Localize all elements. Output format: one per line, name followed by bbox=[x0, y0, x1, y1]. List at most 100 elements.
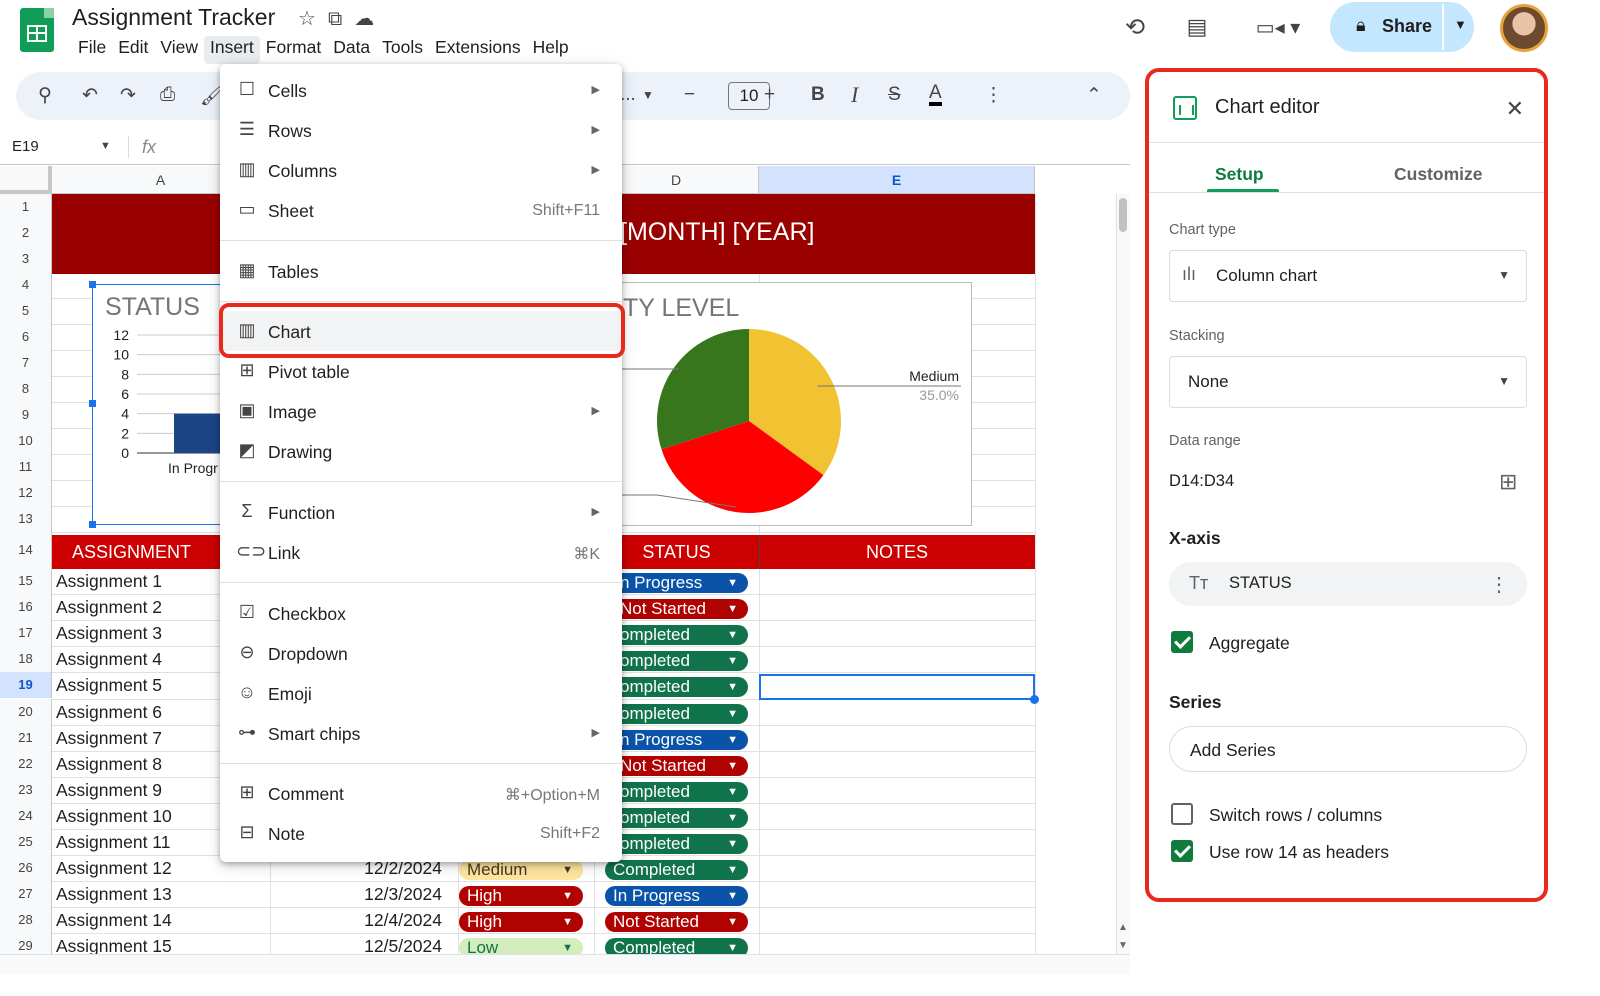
due-date-cell[interactable]: 12/4/2024 bbox=[322, 910, 442, 931]
status-chip[interactable]: ompleted ▼ bbox=[620, 677, 748, 698]
resize-handle[interactable] bbox=[89, 521, 96, 528]
row-header-19[interactable]: 19 bbox=[0, 672, 52, 699]
menu-edit[interactable]: Edit bbox=[112, 36, 154, 64]
chart-type-select[interactable]: ılı Column chart ▼ bbox=[1169, 250, 1527, 302]
undo-icon[interactable]: ↶ bbox=[82, 84, 98, 107]
tab-setup[interactable]: Setup bbox=[1215, 164, 1264, 185]
menu-item-image[interactable]: ▣ Image ▶ bbox=[220, 391, 622, 431]
row-header-7[interactable]: 7 bbox=[0, 350, 52, 376]
menu-item-dropdown[interactable]: ⊖ Dropdown bbox=[220, 633, 622, 673]
menu-format[interactable]: Format bbox=[260, 36, 327, 64]
assignment-name-cell[interactable]: Assignment 14 bbox=[56, 910, 172, 931]
assignment-name-cell[interactable]: Assignment 12 bbox=[56, 858, 172, 879]
select-range-icon[interactable]: ⊞ bbox=[1499, 469, 1517, 495]
more-options-icon[interactable]: ⋮ bbox=[1489, 572, 1509, 597]
priority-chart[interactable]: TY LEVEL Medium 35.0% bbox=[620, 282, 972, 526]
row-header-20[interactable]: 20 bbox=[0, 698, 52, 725]
star-icon[interactable]: ☆ bbox=[298, 6, 316, 31]
row-header-17[interactable]: 17 bbox=[0, 620, 52, 647]
row-header-2[interactable]: 2 bbox=[0, 220, 52, 246]
row-header-3[interactable]: 3 bbox=[0, 246, 52, 272]
due-date-cell[interactable]: 12/3/2024 bbox=[322, 884, 442, 905]
status-chip[interactable]: Not Started ▼ bbox=[605, 912, 748, 933]
select-all-corner[interactable] bbox=[0, 166, 52, 194]
fill-handle[interactable] bbox=[1030, 695, 1039, 704]
print-icon[interactable]: ⎙ bbox=[160, 84, 175, 106]
status-chip[interactable]: In Progress ▼ bbox=[605, 886, 748, 907]
assignment-name-cell[interactable]: Assignment 8 bbox=[56, 754, 162, 775]
column-header-e[interactable]: E bbox=[759, 166, 1035, 194]
data-range-input[interactable]: D14:D34 bbox=[1169, 472, 1234, 491]
resize-handle[interactable] bbox=[89, 400, 96, 407]
row-header-5[interactable]: 5 bbox=[0, 298, 52, 324]
priority-chip[interactable]: High ▼ bbox=[459, 912, 583, 933]
selected-cell-e19[interactable] bbox=[759, 674, 1035, 700]
row-header-22[interactable]: 22 bbox=[0, 750, 52, 777]
text-color-icon[interactable]: A bbox=[929, 83, 942, 106]
close-icon[interactable]: ✕ bbox=[1506, 96, 1524, 122]
row-header-16[interactable]: 16 bbox=[0, 594, 52, 621]
comments-icon[interactable]: ▤ bbox=[1180, 10, 1214, 44]
menu-item-note[interactable]: ⊟ Note Shift+F2 bbox=[220, 813, 622, 853]
switch-rows-columns-checkbox[interactable] bbox=[1171, 803, 1193, 825]
row-header-26[interactable]: 26 bbox=[0, 855, 52, 882]
row-header-6[interactable]: 6 bbox=[0, 324, 52, 350]
menu-item-link[interactable]: ⊂⊃ Link ⌘K bbox=[220, 532, 622, 572]
assignment-name-cell[interactable]: Assignment 2 bbox=[56, 597, 162, 618]
assignment-name-cell[interactable]: Assignment 10 bbox=[56, 806, 172, 827]
italic-icon[interactable]: I bbox=[851, 82, 858, 108]
scroll-down-icon[interactable]: ▼ bbox=[1118, 940, 1128, 951]
version-history-icon[interactable]: ⟲ bbox=[1118, 10, 1152, 44]
row-header-9[interactable]: 9 bbox=[0, 402, 52, 428]
row-header-4[interactable]: 4 bbox=[0, 272, 52, 298]
menu-item-cells[interactable]: ☐ Cells ▶ bbox=[220, 70, 622, 110]
avatar[interactable] bbox=[1500, 4, 1548, 52]
share-button[interactable]: 🔒︎ Share ▼ bbox=[1330, 2, 1474, 52]
status-chip[interactable]: ompleted ▼ bbox=[620, 651, 748, 672]
horizontal-scrollbar[interactable] bbox=[0, 954, 1130, 974]
share-dropdown-icon[interactable]: ▼ bbox=[1454, 17, 1467, 32]
vertical-scrollbar[interactable] bbox=[1116, 194, 1130, 954]
row-header-14[interactable]: 14 bbox=[0, 532, 52, 568]
tab-customize[interactable]: Customize bbox=[1394, 164, 1482, 185]
scroll-up-icon[interactable]: ▲ bbox=[1118, 922, 1128, 933]
status-chip[interactable]: Not Started ▼ bbox=[620, 755, 748, 776]
assignment-name-cell[interactable]: Assignment 13 bbox=[56, 884, 172, 905]
row-header-1[interactable]: 1 bbox=[0, 194, 52, 220]
status-chip[interactable]: Completed ▼ bbox=[605, 860, 748, 881]
scrollbar-thumb[interactable] bbox=[1119, 198, 1127, 232]
row-header-13[interactable]: 13 bbox=[0, 506, 52, 532]
row-header-24[interactable]: 24 bbox=[0, 802, 52, 829]
menu-item-rows[interactable]: ☰ Rows ▶ bbox=[220, 110, 622, 150]
menu-item-tables[interactable]: ▦ Tables bbox=[220, 251, 622, 291]
status-chip[interactable]: n Progress ▼ bbox=[620, 729, 748, 750]
sheets-logo[interactable] bbox=[20, 8, 54, 52]
cloud-status-icon[interactable]: ☁ bbox=[354, 6, 374, 31]
name-box[interactable]: E19 bbox=[12, 138, 39, 155]
assignment-name-cell[interactable]: Assignment 9 bbox=[56, 780, 162, 801]
x-axis-pill[interactable]: Tт STATUS ⋮ bbox=[1169, 562, 1527, 606]
row-header-12[interactable]: 12 bbox=[0, 480, 52, 506]
status-chip[interactable]: ompleted ▼ bbox=[620, 807, 748, 828]
collapse-toolbar-icon[interactable]: ⌃ bbox=[1086, 84, 1102, 107]
assignment-name-cell[interactable]: Assignment 3 bbox=[56, 623, 162, 644]
row-header-8[interactable]: 8 bbox=[0, 376, 52, 402]
row-header-11[interactable]: 11 bbox=[0, 454, 52, 480]
row-header-21[interactable]: 21 bbox=[0, 724, 52, 751]
font-name-trunc[interactable]: ... bbox=[620, 84, 636, 106]
stacking-select[interactable]: None ▼ bbox=[1169, 356, 1527, 408]
use-headers-checkbox[interactable] bbox=[1171, 840, 1193, 862]
menu-item-smart-chips[interactable]: ⊶ Smart chips ▶ bbox=[220, 713, 622, 753]
strikethrough-icon[interactable]: S bbox=[888, 84, 901, 106]
row-header-10[interactable]: 10 bbox=[0, 428, 52, 454]
assignment-name-cell[interactable]: Assignment 1 bbox=[56, 571, 162, 592]
menu-help[interactable]: Help bbox=[527, 36, 575, 64]
assignment-name-cell[interactable]: Assignment 4 bbox=[56, 649, 162, 670]
menu-item-comment[interactable]: ⊞ Comment ⌘+Option+M bbox=[220, 773, 622, 813]
assignment-name-cell[interactable]: Assignment 6 bbox=[56, 702, 162, 723]
priority-chip[interactable]: High ▼ bbox=[459, 886, 583, 907]
redo-icon[interactable]: ↷ bbox=[120, 84, 136, 107]
aggregate-checkbox[interactable] bbox=[1171, 631, 1193, 653]
row-header-28[interactable]: 28 bbox=[0, 907, 52, 934]
assignment-name-cell[interactable]: Assignment 11 bbox=[56, 832, 170, 853]
